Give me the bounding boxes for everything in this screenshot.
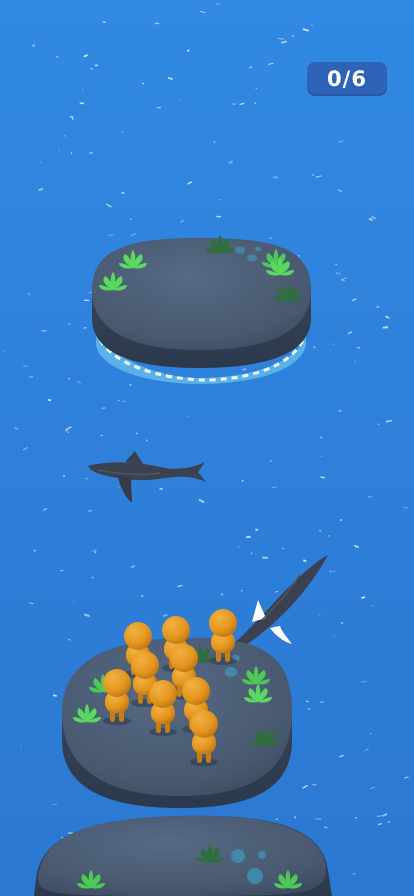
ocean-scene	[0, 0, 414, 896]
rescue-counter: 0/6	[307, 62, 387, 96]
counter-text: 0/6	[327, 67, 367, 91]
game-view[interactable]: 0/6	[0, 0, 414, 896]
